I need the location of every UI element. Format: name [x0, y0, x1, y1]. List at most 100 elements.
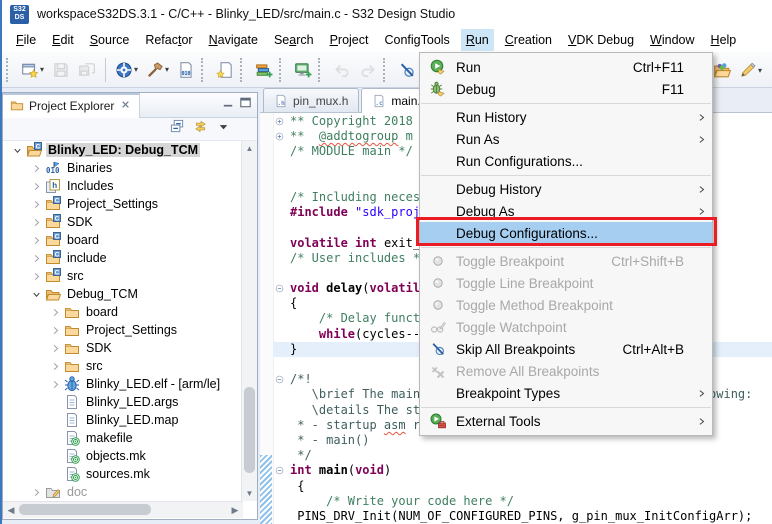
- menu-search[interactable]: Se a rch: [269, 29, 319, 51]
- new-wizard-button[interactable]: ▾: [18, 56, 47, 84]
- menu-item-run-as[interactable]: Run As: [420, 128, 712, 150]
- menu-item-remove-all-breakpoints[interactable]: Remove All Breakpoints: [420, 360, 712, 382]
- tree-item-debug-tcm[interactable]: Debug_TCM: [3, 285, 257, 303]
- open-type-button[interactable]: [710, 56, 734, 84]
- menu-item-external-tools[interactable]: External Tools: [420, 410, 712, 432]
- save-all-button[interactable]: [75, 56, 99, 84]
- tree-arrow[interactable]: [47, 379, 63, 390]
- menu-vdk-debug[interactable]: V DK Debug: [563, 29, 639, 51]
- pen-button[interactable]: ▾: [736, 56, 765, 84]
- tree-arrow[interactable]: [28, 163, 44, 174]
- menu-edit[interactable]: Edit: [47, 29, 79, 51]
- fold-marker[interactable]: [273, 116, 286, 127]
- scroll-right-arrow[interactable]: ▶: [227, 502, 243, 518]
- menu-item-debug[interactable]: Debug F11: [420, 78, 712, 100]
- tree-arrow[interactable]: [28, 235, 44, 246]
- tree-item-blinky-led-map[interactable]: Blinky_LED.map: [3, 411, 257, 429]
- tree-arrow[interactable]: [28, 253, 44, 264]
- tree-item-sdk[interactable]: SDK: [3, 339, 257, 357]
- menu-item-breakpoint-types[interactable]: Breakpoint Types: [420, 382, 712, 404]
- tree-arrow[interactable]: [47, 325, 63, 336]
- minimize-view-button[interactable]: [221, 95, 236, 115]
- tree-item-src[interactable]: src: [3, 357, 257, 375]
- tree-item-blinky-led-args[interactable]: Blinky_LED.args: [3, 393, 257, 411]
- dropdown-arrow-icon[interactable]: ▾: [165, 65, 169, 74]
- fold-marker[interactable]: [273, 283, 286, 294]
- menu-project[interactable]: Project: [325, 29, 374, 51]
- menu-window[interactable]: Window: [645, 29, 699, 51]
- tree-item-blinky-led-elf-arm-le[interactable]: Blinky_LED.elf - [arm/le]: [3, 375, 257, 393]
- tree-arrow[interactable]: [47, 361, 63, 372]
- menu-item-toggle-breakpoint[interactable]: Toggle Breakpoint Ctrl+Shift+B: [420, 250, 712, 272]
- fold-marker[interactable]: [273, 374, 286, 385]
- collapse-all-button[interactable]: [170, 119, 185, 139]
- tree-arrow[interactable]: [28, 199, 44, 210]
- tree-item-project-settings[interactable]: C Project_Settings: [3, 195, 257, 213]
- fold-marker[interactable]: [273, 465, 286, 476]
- tree-arrow[interactable]: [28, 487, 44, 498]
- menu-item-run-history[interactable]: Run History: [420, 106, 712, 128]
- skip-all-breakpoints-button[interactable]: [395, 56, 419, 84]
- fold-marker[interactable]: [273, 131, 286, 142]
- menu-item-skip-all-breakpoints[interactable]: Skip All Breakpoints Ctrl+Alt+B: [420, 338, 712, 360]
- undo-button[interactable]: [330, 56, 354, 84]
- scroll-down-arrow[interactable]: ▼: [242, 486, 257, 501]
- horizontal-scroll-thumb[interactable]: [19, 504, 151, 515]
- menu-run[interactable]: Run: [460, 29, 494, 51]
- menu-configtools[interactable]: ConfigTools: [379, 29, 454, 51]
- tree-item-includes[interactable]: h Includes: [3, 177, 257, 195]
- tree-vertical-scrollbar[interactable]: ▲ ▼: [241, 141, 257, 501]
- link-with-editor-button[interactable]: [193, 119, 208, 139]
- project-tree[interactable]: ▲ ▼ C Blinky_LED: Debug_TCM 010 Binaries h In…: [3, 141, 257, 501]
- tree-arrow[interactable]: [9, 145, 25, 156]
- editor-tab-pin-mux-h[interactable]: .h pin_mux.h: [263, 88, 360, 112]
- tree-arrow[interactable]: [28, 181, 44, 192]
- menu-file[interactable]: File: [11, 29, 41, 51]
- close-view-button[interactable]: [119, 98, 132, 114]
- new-project-button[interactable]: [252, 56, 276, 84]
- save-button[interactable]: [49, 56, 73, 84]
- menu-help[interactable]: Help: [706, 29, 742, 51]
- vertical-scroll-thumb[interactable]: [244, 387, 255, 473]
- redo-button[interactable]: [356, 56, 380, 84]
- tree-horizontal-scrollbar[interactable]: ◀ ▶: [3, 501, 243, 518]
- maximize-view-button[interactable]: [238, 95, 253, 115]
- tree-arrow[interactable]: [47, 307, 63, 318]
- dropdown-arrow-icon[interactable]: ▾: [758, 66, 762, 75]
- new-file-button[interactable]: [213, 56, 237, 84]
- tree-arrow[interactable]: [47, 343, 63, 354]
- tree-item-include[interactable]: Cinclude: [3, 249, 257, 267]
- tree-item-sources-mk[interactable]: sources.mk: [3, 465, 257, 483]
- tree-item-objects-mk[interactable]: objects.mk: [3, 447, 257, 465]
- binary-file-button[interactable]: 010: [174, 56, 198, 84]
- menu-creation[interactable]: Creation: [500, 29, 557, 51]
- tree-item-makefile[interactable]: makefile: [3, 429, 257, 447]
- menu-item-debug-history[interactable]: Debug History: [420, 178, 712, 200]
- dropdown-arrow-icon[interactable]: ▾: [40, 65, 44, 74]
- menu-refactor[interactable]: Refac t or: [140, 29, 197, 51]
- view-menu-button[interactable]: [216, 119, 231, 139]
- menu-item-run[interactable]: Run Ctrl+F11: [420, 56, 712, 78]
- menu-item-run-configurations[interactable]: Run Configurations...: [420, 150, 712, 172]
- tree-item-binaries[interactable]: 010 Binaries: [3, 159, 257, 177]
- menu-item-toggle-method-breakpoint[interactable]: Toggle Method Breakpoint: [420, 294, 712, 316]
- menu-navigate[interactable]: Navigate: [204, 29, 263, 51]
- dropdown-arrow-icon[interactable]: ▾: [134, 65, 138, 74]
- new-monitor-button[interactable]: [291, 56, 315, 84]
- tree-item-doc[interactable]: doc: [3, 483, 257, 501]
- scroll-left-arrow[interactable]: ◀: [3, 502, 19, 518]
- menu-item-toggle-line-breakpoint[interactable]: Toggle Line Breakpoint: [420, 272, 712, 294]
- menu-item-toggle-watchpoint[interactable]: Toggle Watchpoint: [420, 316, 712, 338]
- tree-item-blinky-led-debug-tcm[interactable]: C Blinky_LED: Debug_TCM: [3, 141, 257, 159]
- tree-item-sdk[interactable]: C SDK: [3, 213, 257, 231]
- menu-source[interactable]: Source: [85, 29, 135, 51]
- tree-item-src[interactable]: Csrc: [3, 267, 257, 285]
- tab-project-explorer[interactable]: Project Explorer: [3, 92, 141, 118]
- scroll-up-arrow[interactable]: ▲: [242, 141, 257, 156]
- tree-arrow[interactable]: [28, 217, 44, 228]
- tree-arrow[interactable]: [28, 289, 44, 300]
- tree-item-project-settings[interactable]: Project_Settings: [3, 321, 257, 339]
- tree-item-board[interactable]: board: [3, 303, 257, 321]
- tree-arrow[interactable]: [28, 271, 44, 282]
- flash-programmer-button[interactable]: ▾: [112, 56, 141, 84]
